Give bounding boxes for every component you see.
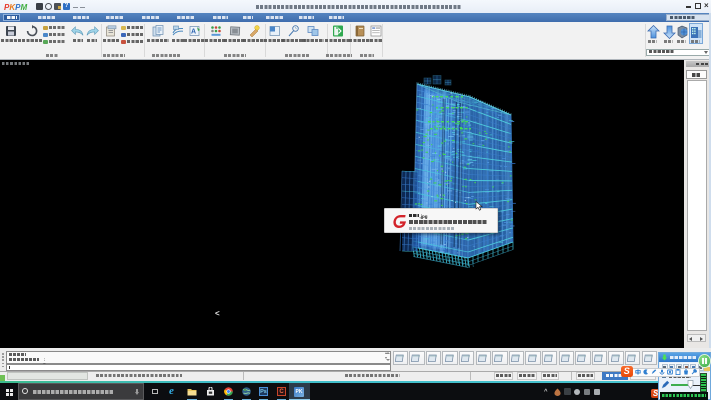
svg-text:A: A (191, 29, 196, 36)
